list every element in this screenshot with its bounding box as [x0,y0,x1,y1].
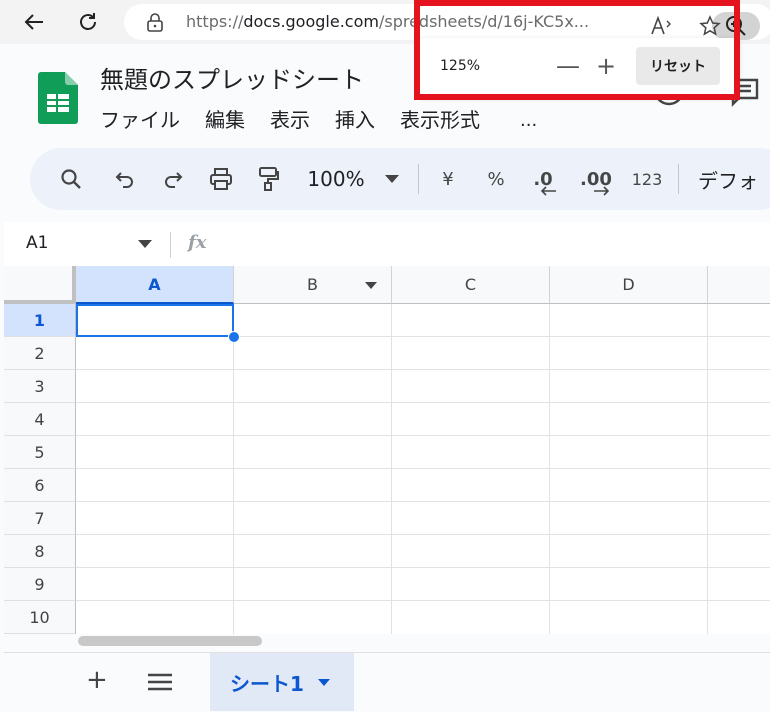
document-title[interactable]: 無題のスプレッドシート [100,60,364,95]
decrease-decimal-button[interactable]: .0 [526,148,560,210]
toolbar-divider [678,164,679,194]
menu-file[interactable]: ファイル [100,104,180,133]
toolbar-divider [418,164,419,194]
formula-bar: A1 fx [4,222,770,266]
grid-line [76,567,770,568]
grid-line [76,600,770,601]
sheets-logo-icon[interactable] [38,72,78,124]
row-header-3[interactable]: 3 [4,370,76,403]
screen: https://docs.google.com/spredsheets/d/16… [0,0,770,712]
row-header-1[interactable]: 1 [4,304,76,337]
sheet-tab-label: シート1 [230,671,304,696]
more-formats-button[interactable]: 123 [630,148,664,210]
search-icon[interactable] [56,148,86,210]
column-header-e[interactable] [708,266,770,304]
paint-format-icon[interactable] [254,148,284,210]
horizontal-scrollbar[interactable] [78,636,262,646]
percent-format-button[interactable]: % [484,148,508,210]
zoom-dropdown-icon[interactable] [380,148,404,210]
row-header-4[interactable]: 4 [4,403,76,436]
redo-icon[interactable] [158,148,188,210]
sheet-tab-bar: + シート1 [4,652,770,712]
grid-line [76,534,770,535]
grid-line [76,402,770,403]
main-toolbar: 100% ¥ % .0 .00 123 デフォ [30,148,770,210]
column-header-d[interactable]: D [550,266,708,304]
fx-icon: fx [188,232,207,253]
refresh-icon[interactable] [72,6,104,38]
menu-format[interactable]: 表示形式 [400,104,480,133]
sheet-tab-dropdown-icon[interactable] [317,678,330,686]
sheet-tab-1[interactable]: シート1 [210,653,354,711]
row-header-5[interactable]: 5 [4,436,76,469]
grid-line [549,304,550,634]
back-arrow-icon[interactable] [18,6,50,38]
font-select[interactable]: デフォ [698,148,768,210]
all-sheets-menu-icon[interactable] [148,673,172,695]
currency-format-button[interactable]: ¥ [436,148,460,210]
row-header-2[interactable]: 2 [4,337,76,370]
name-box[interactable]: A1 [26,233,48,253]
menu-more[interactable]: ... [520,110,537,131]
row-header-9[interactable]: 9 [4,568,76,601]
column-header-a[interactable]: A [76,266,234,304]
column-header-b[interactable]: B [234,266,392,304]
highlight-box [414,0,740,100]
fill-handle[interactable] [228,331,240,343]
spreadsheet-grid: A B C D 1 2 3 4 5 6 7 8 9 10 [4,266,770,634]
formula-divider [170,232,171,258]
lock-icon[interactable] [146,12,164,36]
grid-line [76,501,770,502]
increase-decimal-button[interactable]: .00 [576,148,616,210]
active-cell-a1[interactable] [76,304,234,337]
column-header-c[interactable]: C [392,266,550,304]
row-header-7[interactable]: 7 [4,502,76,535]
grid-line [233,304,234,634]
print-icon[interactable] [206,148,236,210]
grid-line [76,435,770,436]
menu-bar: ファイル 編集 表示 挿入 表示形式 ... [100,104,537,133]
add-sheet-button[interactable]: + [86,665,108,695]
grid-line [76,468,770,469]
grid-line [76,369,770,370]
grid-line [707,304,708,634]
zoom-select[interactable]: 100% [304,148,368,210]
menu-view[interactable]: 表示 [270,104,310,133]
row-header-6[interactable]: 6 [4,469,76,502]
select-all-corner[interactable] [4,266,76,304]
column-header-b-label: B [307,275,318,294]
name-box-dropdown-icon[interactable] [138,240,152,248]
row-header-10[interactable]: 10 [4,601,76,634]
row-header-8[interactable]: 8 [4,535,76,568]
column-menu-icon[interactable] [365,282,377,289]
menu-edit[interactable]: 編集 [205,104,245,133]
grid-line [391,304,392,634]
undo-icon[interactable] [110,148,140,210]
menu-insert[interactable]: 挿入 [335,104,375,133]
